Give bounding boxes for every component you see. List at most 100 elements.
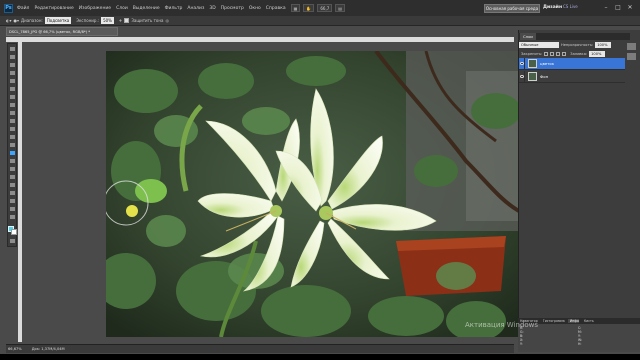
color-panel-icon[interactable] [627, 43, 636, 50]
layer-name[interactable]: цветок [540, 61, 554, 66]
protect-tones-label: Защитить тона [131, 18, 164, 23]
layer-row-background[interactable]: Фон [519, 70, 625, 83]
hand-view-button[interactable]: ✋ [303, 4, 315, 12]
layers-lock-row: Закрепить: Заливка: 100% [519, 50, 625, 57]
3d-rotate-tool-icon[interactable] [9, 190, 16, 196]
windows-activation-watermark: Активация Windows [465, 321, 539, 329]
menu-layer[interactable]: Слои [116, 6, 128, 11]
zoom-level-select[interactable]: 66,7 [317, 4, 333, 12]
menu-view[interactable]: Просмотр [221, 6, 244, 11]
visibility-eye-icon[interactable] [519, 57, 525, 70]
eyedropper-tool-icon[interactable] [9, 86, 16, 92]
info-size: W: H: [578, 338, 583, 346]
layers-blend-row: Обычные Непрозрачность: 100% [519, 41, 625, 49]
opacity-input[interactable]: 100% [595, 42, 612, 48]
maximize-button[interactable]: □ [612, 3, 624, 12]
brush-size-icon[interactable]: ●▾ [14, 18, 20, 23]
layers-panel-tab-bar: Слои [518, 33, 630, 40]
blend-mode-select[interactable]: Обычные [519, 42, 559, 48]
zoom-tool-icon[interactable] [9, 214, 16, 220]
tab-layers[interactable]: Слои [520, 33, 536, 40]
visibility-eye-icon[interactable] [519, 70, 525, 83]
airbrush-icon[interactable]: ✈ [119, 18, 122, 23]
move-tool-icon[interactable] [9, 46, 16, 52]
close-button[interactable]: ✕ [624, 3, 636, 12]
lock-label: Закрепить: [521, 51, 543, 56]
workspace-design-label[interactable]: Дизайн [543, 5, 562, 10]
menu-image[interactable]: Изображение [79, 6, 111, 11]
document-canvas[interactable] [106, 51, 519, 337]
brush-tool-icon[interactable] [9, 102, 16, 108]
photoshop-logo: Ps [4, 3, 13, 13]
hand-tool-icon[interactable] [9, 206, 16, 212]
marquee-tool-icon[interactable] [9, 54, 16, 60]
fill-input[interactable]: 100% [589, 50, 606, 57]
arrange-documents-button[interactable]: ▤ [335, 4, 346, 12]
lock-transparent-icon[interactable] [544, 51, 549, 56]
tab-brush[interactable]: Кисть [582, 319, 594, 323]
menu-edit[interactable]: Редактирование [34, 6, 73, 11]
lock-all-icon[interactable] [562, 51, 567, 56]
bridge-button[interactable]: ▦ [290, 4, 301, 12]
adjustments-panel-icon[interactable] [627, 53, 636, 60]
healing-brush-tool-icon[interactable] [9, 94, 16, 100]
tab-info[interactable]: Инфо [567, 319, 579, 323]
crop-tool-icon[interactable] [9, 78, 16, 84]
menu-analysis[interactable]: Анализ [187, 6, 204, 11]
document-tab[interactable]: DSCL_7865_JPG @ 66,7% (цветок, RGB/8*) * [6, 27, 118, 36]
dodge-tool-icon[interactable] [9, 150, 16, 156]
lasso-tool-icon[interactable] [9, 62, 16, 68]
tablet-pressure-icon[interactable]: ◎ [165, 18, 169, 23]
tool-preset-icon[interactable]: ◐▾ [6, 18, 12, 23]
tools-panel [7, 43, 17, 247]
letterbox-bar [0, 354, 640, 360]
exposure-input[interactable]: 50% [101, 17, 114, 24]
info-position: X: Y: [520, 338, 524, 346]
window-controls: – □ ✕ [600, 3, 636, 12]
fill-label: Заливка: [570, 51, 588, 56]
3d-orbit-tool-icon[interactable] [9, 198, 16, 204]
menu-window[interactable]: Окно [249, 6, 261, 11]
opacity-label: Непрозрачность: [561, 43, 594, 47]
status-document-size[interactable]: Док: 1,37M/4,04M [32, 347, 65, 351]
background-color-swatch[interactable] [11, 229, 17, 235]
type-tool-icon[interactable] [9, 166, 16, 172]
horizontal-ruler [6, 37, 514, 42]
status-bar: 66,67% Док: 1,37M/4,04M [6, 344, 514, 353]
exposure-label: Экспонир.: [76, 18, 100, 23]
layer-thumbnail [528, 59, 537, 68]
range-label: Диапазон: [21, 18, 43, 23]
path-select-tool-icon[interactable] [9, 174, 16, 180]
clone-stamp-tool-icon[interactable] [9, 110, 16, 116]
lock-position-icon[interactable] [556, 51, 561, 56]
lock-pixels-icon[interactable] [550, 51, 555, 56]
options-bar: ◐▾ ●▾ Диапазон: Подсветка Экспонир.: 50%… [0, 16, 640, 26]
quick-select-tool-icon[interactable] [9, 70, 16, 76]
layers-list-empty-area [519, 84, 625, 312]
workspace-button[interactable]: Основная рабочая среда [484, 4, 540, 13]
cs-live-button[interactable]: CS Live [563, 4, 578, 9]
status-zoom[interactable]: 66,67% [8, 347, 22, 351]
gradient-tool-icon[interactable] [9, 134, 16, 140]
flower-photo [106, 51, 519, 337]
quick-mask-icon[interactable] [9, 238, 16, 244]
menu-3d[interactable]: 3D [209, 6, 215, 11]
info-cmyk: C: M: Y: [578, 326, 582, 338]
layer-thumbnail [528, 72, 537, 81]
minimize-button[interactable]: – [600, 3, 612, 12]
eraser-tool-icon[interactable] [9, 126, 16, 132]
blur-tool-icon[interactable] [9, 142, 16, 148]
range-select[interactable]: Подсветка [44, 17, 72, 24]
vertical-ruler [18, 42, 22, 342]
history-brush-tool-icon[interactable] [9, 118, 16, 124]
menu-file[interactable]: Файл [17, 6, 29, 11]
shape-tool-icon[interactable] [9, 182, 16, 188]
layer-name[interactable]: Фон [540, 74, 548, 79]
menu-help[interactable]: Справка [266, 6, 286, 11]
tab-histogram[interactable]: Гистограмма [541, 319, 565, 323]
menu-filter[interactable]: Фильтр [165, 6, 183, 11]
pen-tool-icon[interactable] [9, 158, 16, 164]
protect-tones-checkbox[interactable] [124, 18, 130, 23]
layer-row-flower[interactable]: цветок [519, 57, 625, 70]
menu-select[interactable]: Выделение [133, 6, 160, 11]
